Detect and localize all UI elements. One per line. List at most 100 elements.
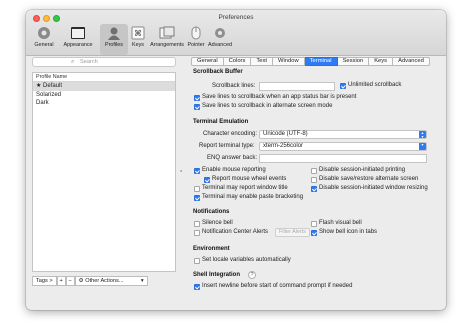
show-bell-icon-checkbox[interactable]: Show bell icon in tabs [311, 229, 377, 237]
checkbox-box [194, 283, 200, 290]
toolbar-label: Profiles [105, 42, 123, 48]
report-mouse-wheel-checkbox[interactable]: Report mouse wheel events [204, 176, 286, 184]
report-type-value: xterm-256color [263, 143, 304, 149]
toolbar-label: Arrangements [150, 42, 184, 48]
profile-list[interactable]: Profile Name ★ Default Solarized Dark [32, 72, 176, 272]
checkbox-label: Disable session-initiated window resizin… [319, 185, 428, 191]
checkbox-label: Notification Center Alerts [202, 229, 269, 235]
profile-row-dark[interactable]: Dark [33, 99, 175, 108]
report-type-combobox[interactable]: xterm-256color ▾ [259, 142, 427, 151]
toolbar-general[interactable]: General [28, 24, 60, 55]
help-button[interactable]: ? [248, 271, 256, 279]
disable-printing-checkbox[interactable]: Disable session-initiated printing [311, 167, 405, 175]
profile-search-input[interactable]: ⌕ Search [32, 57, 176, 67]
checkbox-label: Save lines to scrollback in alternate sc… [202, 103, 333, 109]
scrollback-lines-input[interactable] [259, 82, 335, 91]
add-profile-button[interactable]: + [56, 276, 66, 286]
toolbar-appearance[interactable]: Appearance [58, 24, 98, 55]
profile-row-default[interactable]: ★ Default [33, 82, 175, 91]
enq-answer-back-input[interactable] [259, 154, 427, 163]
checkbox-label: Report mouse wheel events [212, 176, 287, 182]
notification-center-checkbox[interactable]: Notification Center Alerts [194, 229, 268, 237]
remove-profile-button[interactable]: − [65, 276, 75, 286]
scrollback-heading: Scrollback Buffer [193, 69, 243, 75]
tags-button[interactable]: Tags > [32, 276, 57, 286]
tab-colors[interactable]: Colors [223, 57, 252, 66]
title-bar: Preferences General Appearance Profiles … [26, 10, 446, 56]
toolbar-pointer[interactable]: Pointer [186, 24, 206, 55]
unlimited-scrollback-checkbox[interactable]: Unlimited scrollback [340, 82, 401, 90]
profile-name-column-header[interactable]: Profile Name [33, 73, 175, 82]
search-icon: ⌕ [71, 59, 75, 65]
report-window-title-checkbox[interactable]: Terminal may report window title [194, 185, 288, 193]
paste-bracketing-checkbox[interactable]: Terminal may enable paste bracketing [194, 194, 303, 202]
profile-tabs: General Colors Text Window Terminal Sess… [191, 57, 430, 66]
report-type-label: Report terminal type: [199, 143, 255, 149]
profile-list-actions: Tags > + − ⚙ Other Actions... ▾ [32, 276, 148, 286]
search-placeholder: Search [80, 59, 98, 65]
checkbox-label: Terminal may report window title [202, 185, 288, 191]
arrangements-icon [159, 26, 175, 39]
insert-newline-checkbox[interactable]: Insert newline before start of command p… [194, 283, 352, 291]
window-title: Preferences [218, 14, 254, 21]
chevron-down-icon: ▾ [140, 278, 144, 284]
chevron-down-icon: ▾ [419, 143, 426, 150]
tab-text[interactable]: Text [251, 57, 274, 66]
terminal-emulation-heading: Terminal Emulation [193, 119, 249, 125]
checkbox-label: Disable save/restore alternate screen [319, 176, 419, 182]
profiles-icon [108, 27, 120, 40]
flash-visual-bell-checkbox[interactable]: Flash visual bell [311, 220, 362, 228]
tab-advanced[interactable]: Advanced [393, 57, 430, 66]
toolbar-keys[interactable]: ⌘ Keys [128, 24, 148, 55]
profile-row-solarized[interactable]: Solarized [33, 91, 175, 100]
tab-window[interactable]: Window [273, 57, 305, 66]
save-alternate-screen-checkbox[interactable]: Save lines to scrollback in alternate sc… [194, 103, 332, 111]
other-actions-button[interactable]: ⚙ Other Actions... ▾ [74, 276, 148, 286]
enable-mouse-reporting-checkbox[interactable]: Enable mouse reporting [194, 167, 266, 175]
checkbox-box [311, 229, 317, 236]
save-status-bar-checkbox[interactable]: Save lines to scrollback when an app sta… [194, 94, 356, 102]
checkbox-box [311, 220, 317, 227]
checkbox-label: Set locale variables automatically [202, 257, 291, 263]
checkbox-label: Silence bell [202, 220, 233, 226]
silence-bell-checkbox[interactable]: Silence bell [194, 220, 233, 228]
tab-terminal[interactable]: Terminal [304, 57, 338, 66]
checkbox-box [194, 94, 200, 101]
tab-general[interactable]: General [191, 57, 224, 66]
advanced-icon [215, 28, 225, 38]
checkbox-box [204, 176, 210, 183]
checkbox-box [194, 229, 200, 236]
checkbox-box [194, 185, 200, 192]
split-view-handle[interactable]: ● [180, 168, 182, 173]
svg-text:⌘: ⌘ [134, 29, 142, 38]
gear-icon: ⚙ [78, 278, 84, 284]
checkbox-box [340, 82, 346, 89]
checkbox-box [194, 220, 200, 227]
checkbox-box [194, 103, 200, 110]
tab-keys[interactable]: Keys [369, 57, 394, 66]
general-icon [38, 27, 50, 39]
encoding-popup[interactable]: Unicode (UTF-8) ▴ ▾ [259, 130, 427, 139]
disable-window-resizing-checkbox[interactable]: Disable session-initiated window resizin… [311, 185, 428, 193]
toolbar-label: General [34, 42, 54, 48]
other-actions-label: Other Actions... [85, 278, 124, 284]
checkbox-box [311, 176, 317, 183]
toolbar-label: Keys [132, 42, 144, 48]
tab-session[interactable]: Session [337, 57, 370, 66]
checkbox-box [194, 167, 200, 174]
checkbox-label: Flash visual bell [319, 220, 362, 226]
pointer-icon [191, 26, 201, 40]
toolbar-advanced[interactable]: Advanced [206, 24, 234, 55]
toolbar-arrangements[interactable]: Arrangements [148, 24, 186, 55]
filter-alerts-button[interactable]: Filter Alerts [275, 228, 310, 237]
checkbox-label: Disable session-initiated printing [319, 167, 406, 173]
checkbox-label: Enable mouse reporting [202, 167, 266, 173]
disable-save-restore-checkbox[interactable]: Disable save/restore alternate screen [311, 176, 418, 184]
toolbar-profiles[interactable]: Profiles [100, 24, 128, 55]
set-locale-checkbox[interactable]: Set locale variables automatically [194, 257, 291, 265]
checkbox-label: Save lines to scrollback when an app sta… [202, 94, 357, 100]
keys-icon: ⌘ [131, 26, 145, 40]
scrollback-lines-label: Scrollback lines: [212, 83, 256, 89]
checkbox-label: Terminal may enable paste bracketing [202, 194, 304, 200]
toolbar-label: Advanced [208, 42, 232, 48]
